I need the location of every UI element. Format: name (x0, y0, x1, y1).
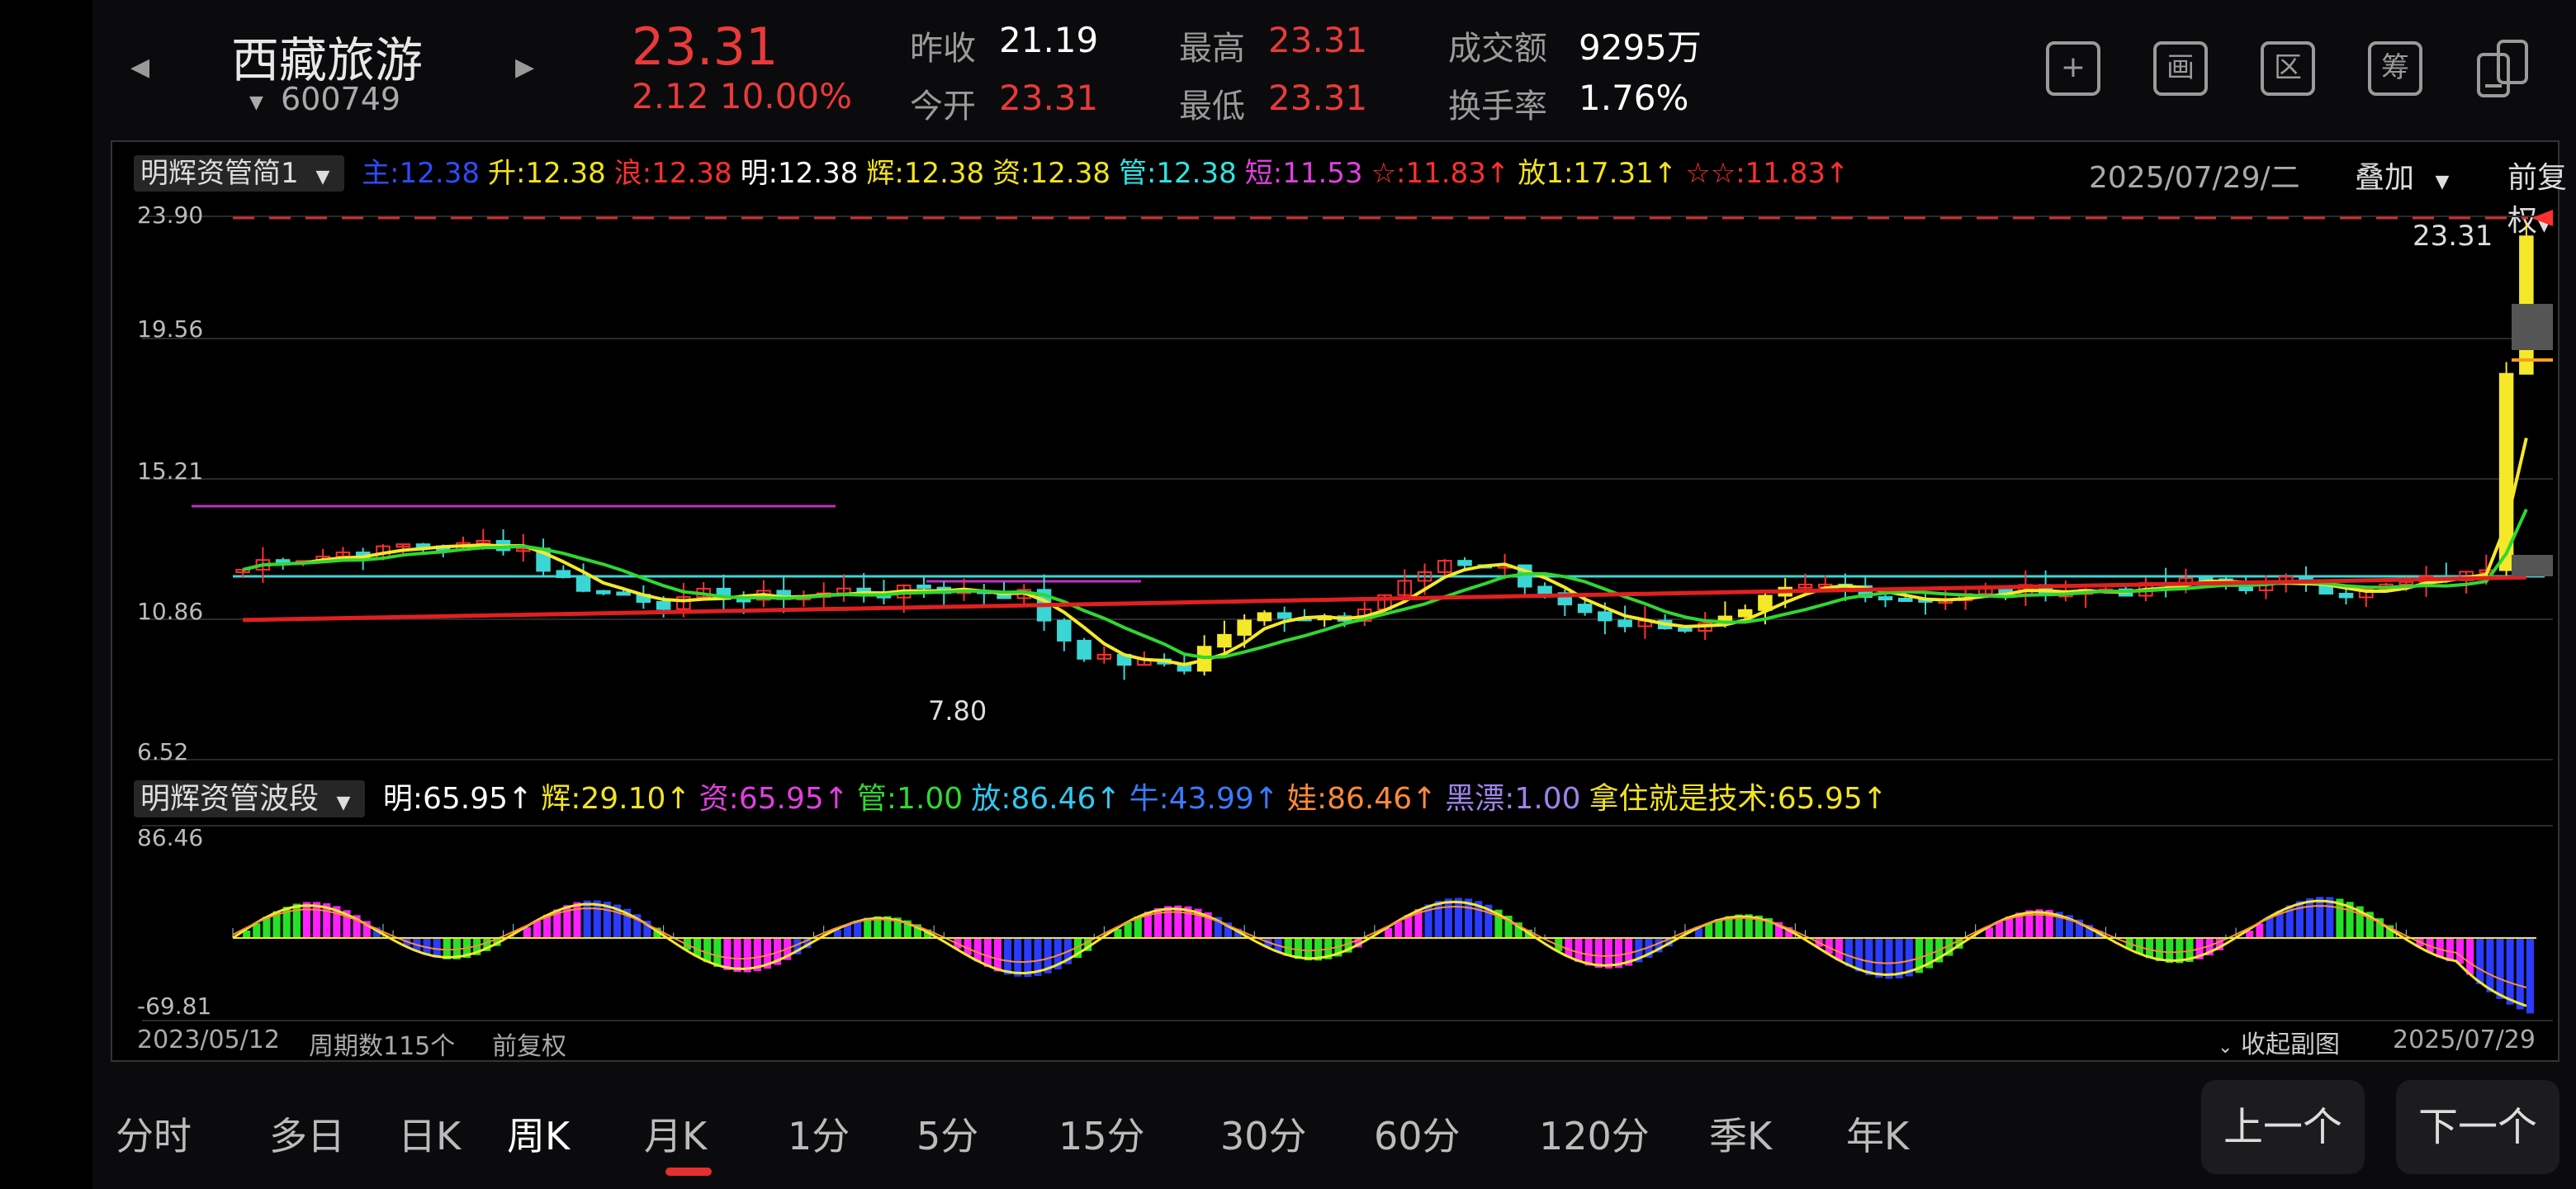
screen: ◀ 西藏旅游 ▶ ▼ 600749 23.31 2.12 10.00% 昨收 2… (0, 0, 2576, 1189)
indicator-value: 升:12.38 (487, 157, 606, 190)
indicator-value: 明:65.95↑ (382, 782, 533, 816)
chevron-down-icon: ⌄ (2218, 1037, 2233, 1058)
draw-button[interactable]: 画 (2153, 41, 2208, 96)
tab-10[interactable]: 120分 (1539, 1106, 1650, 1161)
price-axis-label: 15.21 (137, 457, 204, 485)
tab-8[interactable]: 30分 (1220, 1106, 1307, 1161)
code-dropdown-icon[interactable]: ▼ (249, 92, 263, 113)
adjust-type: 前复权 (492, 1032, 566, 1061)
chevron-down-icon: ▼ (336, 793, 351, 813)
period-count: 周期数115个 (309, 1032, 456, 1061)
tab-0[interactable]: 分时 (116, 1106, 192, 1161)
stat-label: 最低 (1179, 88, 1245, 126)
prev-stock-button[interactable]: 上一个 (2201, 1080, 2365, 1174)
osc-axis-label: 86.46 (137, 824, 204, 851)
stat-value: 23.31 (1268, 78, 1368, 118)
stat-label: 今开 (910, 88, 976, 126)
end-date: 2025/07/29 (2393, 1026, 2536, 1054)
overlay-dropdown[interactable]: 叠加 ▼ (2355, 154, 2449, 197)
next-stock-button[interactable]: 下一个 (2396, 1080, 2559, 1174)
indicator-value: 浪:12.38 (613, 157, 732, 190)
cursor-date: 2025/07/29/二 (2089, 161, 2300, 195)
tab-1[interactable]: 多日 (269, 1106, 345, 1161)
active-tab-indicator (665, 1168, 712, 1176)
stat-label: 成交额 (1448, 30, 1547, 68)
add-watchlist-button[interactable]: + (2046, 41, 2100, 96)
indicator-value: 牛:43.99↑ (1129, 782, 1279, 816)
start-date: 2023/05/12 (137, 1026, 280, 1054)
range-button[interactable]: 区 (2261, 41, 2315, 96)
price-axis-label: 6.52 (137, 738, 189, 765)
rotate-screen-icon[interactable] (2474, 36, 2531, 101)
indicator-value: 明:12.38 (740, 157, 859, 190)
stock-code[interactable]: 600749 (281, 81, 400, 117)
indicator-value: 娃:86.46↑ (1286, 782, 1437, 816)
indicator-value: 管:12.38 (1118, 157, 1237, 190)
candlestick-chart[interactable] (134, 198, 2561, 776)
indicator-value: ☆☆:11.83↑ (1685, 157, 1849, 190)
price-axis-label: 23.90 (137, 201, 204, 229)
left-system-bar (0, 0, 92, 1189)
stat-value: 9295万 (1579, 27, 1702, 68)
stat-label: 最高 (1179, 30, 1245, 68)
indicator-value: 主:12.38 (362, 157, 480, 190)
stat-value: 21.19 (999, 20, 1099, 60)
indicator-value: 放:86.46↑ (971, 782, 1121, 816)
indicator-value: ☆:11.83↑ (1371, 157, 1510, 190)
collapse-subchart-button[interactable]: ⌄ 收起副图 (2218, 1024, 2340, 1060)
indicator-value: 辉:29.10↑ (541, 782, 691, 816)
sub-indicator-selector[interactable]: 明辉资管波段 ▼ (134, 780, 366, 817)
price-change: 2.12 10.00% (632, 76, 853, 116)
sub-indicator-bar: 明辉资管波段 ▼ 明:65.95↑ 辉:29.10↑ 资:65.95↑ 管:1.00 放… (134, 775, 1904, 817)
tab-2[interactable]: 日K (398, 1106, 461, 1161)
indicator-value: 黑漂:1.00 (1445, 782, 1581, 816)
price-axis-label: 19.56 (137, 315, 204, 343)
next-stock-arrow-icon[interactable]: ▶ (515, 53, 534, 82)
indicator-value: 资:65.95↑ (698, 782, 849, 816)
stat-value: 23.31 (999, 78, 1099, 118)
price-axis-label: 10.86 (137, 598, 204, 625)
indicator-value: 管:1.00 (856, 782, 964, 816)
tab-9[interactable]: 60分 (1374, 1106, 1461, 1161)
chevron-down-icon: ▼ (315, 167, 330, 187)
main-indicator-name: 明辉资管简1 (140, 157, 299, 190)
main-indicator-selector[interactable]: 明辉资管简1 ▼ (134, 155, 345, 192)
chip-button[interactable]: 筹 (2368, 41, 2422, 96)
stat-value: 23.31 (1268, 20, 1368, 60)
stat-label: 昨收 (910, 30, 976, 68)
tab-4[interactable]: 月K (644, 1106, 707, 1161)
stat-value: 1.76% (1579, 78, 1689, 118)
collapse-label: 收起副图 (2240, 1030, 2340, 1059)
prev-stock-arrow-icon[interactable]: ◀ (130, 53, 149, 82)
osc-axis-label: -69.81 (137, 992, 212, 1020)
indicator-value: 短:11.53 (1244, 157, 1363, 190)
main-indicator-bar: 明辉资管简1 ▼ 主:12.38 升:12.38 浪:12.38 明:12.38 辉:1… (134, 150, 1866, 197)
stat-label: 换手率 (1448, 88, 1547, 126)
chevron-down-icon: ▼ (2435, 172, 2450, 192)
stock-app: ◀ 西藏旅游 ▶ ▼ 600749 23.31 2.12 10.00% 昨收 2… (92, 0, 2576, 1189)
last-price-label: 23.31 (2413, 220, 2493, 253)
low-price-label: 7.80 (928, 695, 987, 727)
oscillator-chart[interactable] (134, 822, 2561, 1029)
sub-indicator-values: 明:65.95↑ 辉:29.10↑ 资:65.95↑ 管:1.00 放:86.46↑ 牛:… (383, 782, 1896, 816)
overlay-label: 叠加 (2355, 161, 2415, 195)
tab-7[interactable]: 15分 (1058, 1106, 1145, 1161)
tab-11[interactable]: 季K (1709, 1106, 1772, 1161)
indicator-value: 放1:17.31↑ (1518, 157, 1678, 190)
tab-5[interactable]: 1分 (788, 1106, 850, 1161)
sub-indicator-name: 明辉资管波段 (140, 782, 320, 816)
current-price: 23.31 (632, 17, 779, 77)
tab-3[interactable]: 周K (507, 1106, 570, 1161)
main-indicator-values: 主:12.38 升:12.38 浪:12.38 明:12.38 辉:12.38 资:12.… (362, 157, 1857, 190)
indicator-value: 拿住就是技术:65.95↑ (1589, 782, 1887, 816)
indicator-value: 资:12.38 (992, 157, 1110, 190)
tab-6[interactable]: 5分 (916, 1106, 978, 1161)
quote-header: ◀ 西藏旅游 ▶ ▼ 600749 23.31 2.12 10.00% 昨收 2… (92, 0, 2576, 132)
tab-12[interactable]: 年K (1846, 1106, 1909, 1161)
indicator-value: 辉:12.38 (866, 157, 985, 190)
